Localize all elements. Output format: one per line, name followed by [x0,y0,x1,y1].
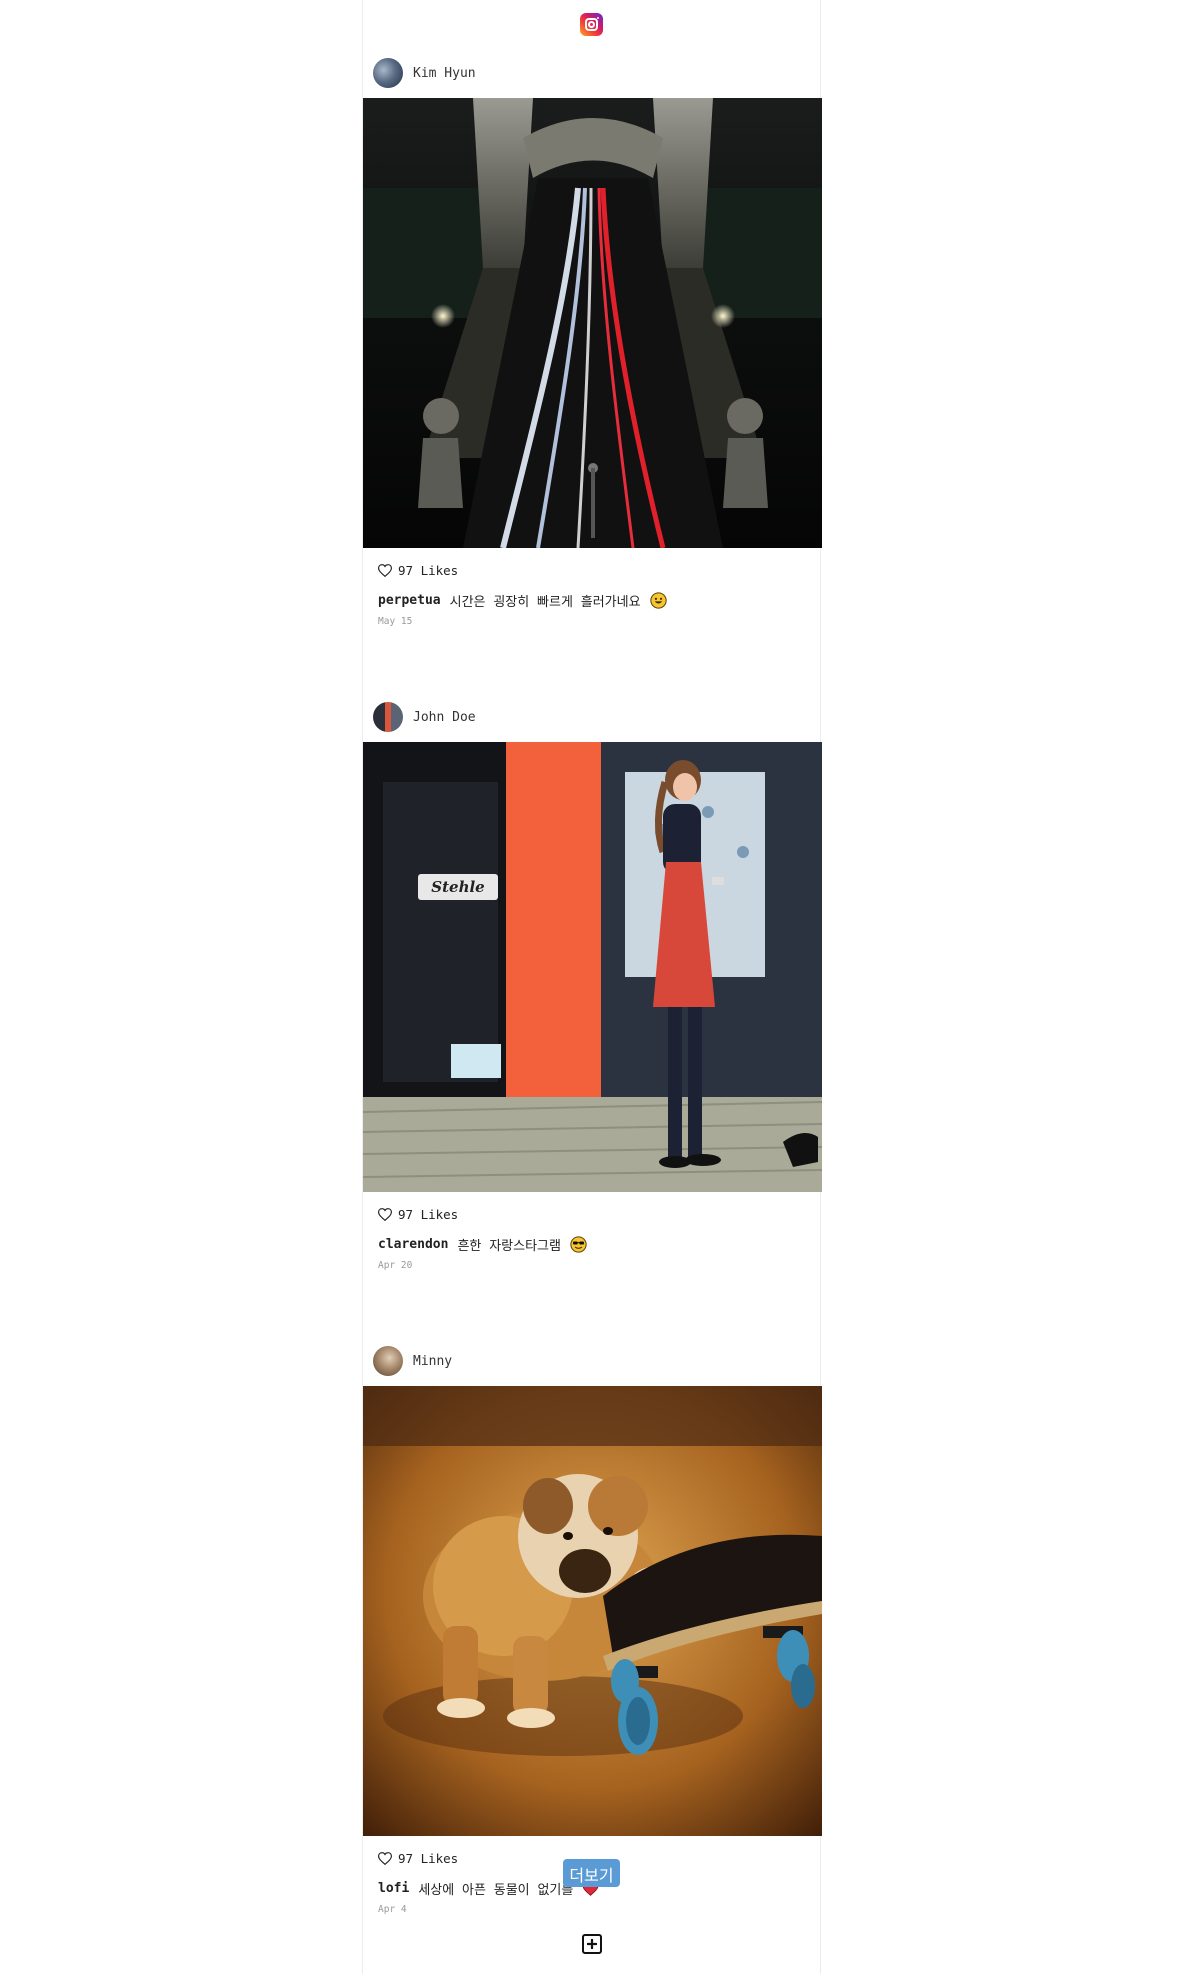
post-date: Apr 4 [378,1904,407,1915]
avatar[interactable] [373,702,403,732]
post-date: Apr 20 [378,1260,413,1271]
likes-row: 97 Likes [378,1204,805,1224]
post-card: Kim Hyun 97 Likes perpetua 시간은 굉장히 빠르게 흘… [363,48,822,692]
sunglasses-face-emoji [570,1236,587,1253]
top-bar [363,0,820,48]
plus-square-icon[interactable] [581,1933,603,1959]
caption: perpetua 시간은 굉장히 빠르게 흘러가네요 [378,591,805,610]
instagram-logo-icon[interactable] [580,12,603,36]
post-card: John Doe Stehle 97 Likes clarendon 흔한 자랑… [363,692,822,1336]
username[interactable]: Kim Hyun [413,66,476,81]
bottom-bar [363,1933,820,1959]
post-footer: 97 Likes clarendon 흔한 자랑스타그램 Apr 20 [363,1192,820,1336]
avatar[interactable] [373,58,403,88]
post-photo [363,1386,822,1836]
post-photo [363,98,822,548]
svg-text:Stehle: Stehle [431,878,484,896]
post-footer: 97 Likes perpetua 시간은 굉장히 빠르게 흘러가네요 May … [363,548,820,692]
post-header: Minny [363,1336,820,1386]
post-header: Kim Hyun [363,48,820,98]
username[interactable]: Minny [413,1354,452,1369]
load-more-button[interactable]: 더보기 [563,1859,620,1887]
heart-icon[interactable] [378,1207,392,1221]
username[interactable]: John Doe [413,710,476,725]
filter-name: perpetua [378,593,441,608]
caption-text: 흔한 자랑스타그램 [457,1239,561,1254]
filter-name: clarendon [378,1237,449,1252]
post-photo: Stehle [363,742,822,1192]
post-header: John Doe [363,692,820,742]
likes-count: 97 Likes [398,1206,459,1222]
likes-row: 97 Likes [378,560,805,580]
avatar[interactable] [373,1346,403,1376]
grinning-face-emoji [649,592,667,609]
app-container: Kim Hyun 97 Likes perpetua 시간은 굉장히 빠르게 흘… [362,0,822,1974]
post-date: May 15 [378,616,413,627]
likes-count: 97 Likes [398,562,459,578]
caption: clarendon 흔한 자랑스타그램 [378,1235,805,1254]
more-button-wrap: 더보기 [363,1859,820,1887]
caption-text: 시간은 굉장히 빠르게 흘러가네요 [449,595,641,610]
heart-icon[interactable] [378,563,392,577]
